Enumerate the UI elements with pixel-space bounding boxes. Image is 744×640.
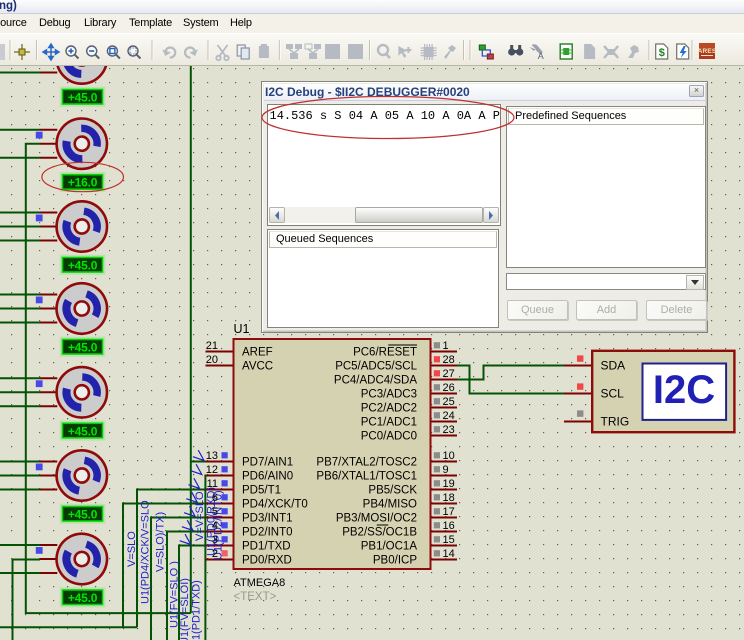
svg-text:+45.0: +45.0 bbox=[68, 91, 98, 105]
svg-text:12: 12 bbox=[206, 464, 218, 476]
svg-text:+16.0: +16.0 bbox=[68, 176, 98, 190]
svg-text:15: 15 bbox=[443, 534, 455, 546]
svg-text:AVCC: AVCC bbox=[242, 361, 273, 373]
svg-text:PD3/INT1: PD3/INT1 bbox=[242, 513, 293, 525]
svg-text:14: 14 bbox=[443, 548, 455, 560]
svg-text:6: 6 bbox=[212, 492, 218, 504]
svg-text:PD5/T1: PD5/T1 bbox=[242, 485, 281, 497]
svg-text:4: 4 bbox=[212, 520, 218, 532]
svg-text:21: 21 bbox=[206, 340, 218, 352]
svg-text:PC6/RESET: PC6/RESET bbox=[353, 347, 417, 359]
svg-text:PB3/MOSI/OC2: PB3/MOSI/OC2 bbox=[336, 513, 417, 525]
svg-text:PC3/ADC3: PC3/ADC3 bbox=[361, 389, 417, 401]
svg-text:PB2/SS/OC1B: PB2/SS/OC1B bbox=[342, 527, 417, 539]
svg-text:20: 20 bbox=[206, 354, 218, 366]
svg-text:5: 5 bbox=[212, 506, 218, 518]
svg-text:SCL: SCL bbox=[601, 387, 625, 401]
svg-text:U1: U1 bbox=[234, 322, 250, 336]
svg-text:PD6/AIN0: PD6/AIN0 bbox=[242, 471, 293, 483]
svg-text:26: 26 bbox=[443, 382, 455, 394]
svg-text:$: $ bbox=[659, 47, 665, 59]
svg-text:ARES: ARES bbox=[698, 48, 717, 55]
svg-text:23: 23 bbox=[443, 424, 455, 436]
svg-text:U1(PD4/XCK/V=SLO: U1(PD4/XCK/V=SLO bbox=[140, 500, 152, 604]
svg-text:PD7/AIN1: PD7/AIN1 bbox=[242, 457, 293, 469]
svg-text:V=V=SLO: V=V=SLO bbox=[194, 491, 206, 541]
svg-text:PB4/MISO: PB4/MISO bbox=[363, 499, 417, 511]
svg-text:+45.0: +45.0 bbox=[68, 424, 98, 438]
svg-text:U1(FV=SLOI): U1(FV=SLOI) bbox=[179, 578, 191, 640]
svg-text:13: 13 bbox=[206, 450, 218, 462]
svg-text:10: 10 bbox=[443, 450, 455, 462]
svg-text:19: 19 bbox=[443, 478, 455, 490]
svg-text:2: 2 bbox=[212, 548, 218, 560]
svg-text:PD4/XCK/T0: PD4/XCK/T0 bbox=[242, 499, 308, 511]
svg-text:AREF: AREF bbox=[242, 347, 273, 359]
svg-text:PD0/RXD: PD0/RXD bbox=[242, 555, 292, 567]
svg-text:PD1/TXD: PD1/TXD bbox=[242, 541, 291, 553]
svg-text:25: 25 bbox=[443, 396, 455, 408]
svg-text:24: 24 bbox=[443, 410, 455, 422]
svg-text:PB1/OC1A: PB1/OC1A bbox=[361, 541, 418, 553]
svg-text:18: 18 bbox=[443, 492, 455, 504]
svg-text:U1(PD1/TXD): U1(PD1/TXD) bbox=[191, 580, 203, 640]
svg-text:PB6/XTAL1/TOSC1: PB6/XTAL1/TOSC1 bbox=[316, 471, 417, 483]
svg-text:PB5/SCK: PB5/SCK bbox=[368, 485, 417, 497]
svg-text:PC0/ADC0: PC0/ADC0 bbox=[361, 431, 417, 443]
svg-text:16: 16 bbox=[443, 520, 455, 532]
svg-text:PC5/ADC5/SCL: PC5/ADC5/SCL bbox=[335, 361, 417, 373]
svg-text:PC4/ADC4/SDA: PC4/ADC4/SDA bbox=[334, 375, 417, 387]
svg-text:1: 1 bbox=[443, 340, 449, 352]
svg-text:PC1/ADC1: PC1/ADC1 bbox=[361, 417, 417, 429]
svg-text:V=SLO: V=SLO bbox=[126, 531, 138, 567]
svg-text:+45.0: +45.0 bbox=[68, 591, 98, 605]
svg-text:+45.0: +45.0 bbox=[68, 508, 98, 522]
svg-text:PD2/INT0: PD2/INT0 bbox=[242, 527, 293, 539]
svg-text:ATMEGA8: ATMEGA8 bbox=[234, 577, 286, 589]
svg-text:PC2/ADC2: PC2/ADC2 bbox=[361, 403, 417, 415]
svg-text:27: 27 bbox=[443, 368, 455, 380]
svg-text:V=SLO)/TX): V=SLO)/TX) bbox=[155, 512, 167, 572]
svg-text:9: 9 bbox=[443, 464, 449, 476]
svg-text:I2C: I2C bbox=[653, 368, 715, 412]
svg-text:A: A bbox=[538, 51, 544, 61]
svg-text:PB7/XTAL2/TOSC2: PB7/XTAL2/TOSC2 bbox=[316, 457, 417, 469]
svg-text:TRIG: TRIG bbox=[601, 415, 630, 429]
svg-text:+45.0: +45.0 bbox=[68, 341, 98, 355]
svg-text:<TEXT>: <TEXT> bbox=[234, 591, 277, 603]
svg-text:11: 11 bbox=[207, 478, 218, 490]
svg-text:SDA: SDA bbox=[601, 359, 626, 373]
svg-text:+45.0: +45.0 bbox=[68, 259, 98, 273]
svg-text:17: 17 bbox=[443, 506, 455, 518]
svg-text:PB0/ICP: PB0/ICP bbox=[373, 555, 417, 567]
svg-text:3: 3 bbox=[212, 534, 218, 546]
svg-text:28: 28 bbox=[443, 354, 455, 366]
